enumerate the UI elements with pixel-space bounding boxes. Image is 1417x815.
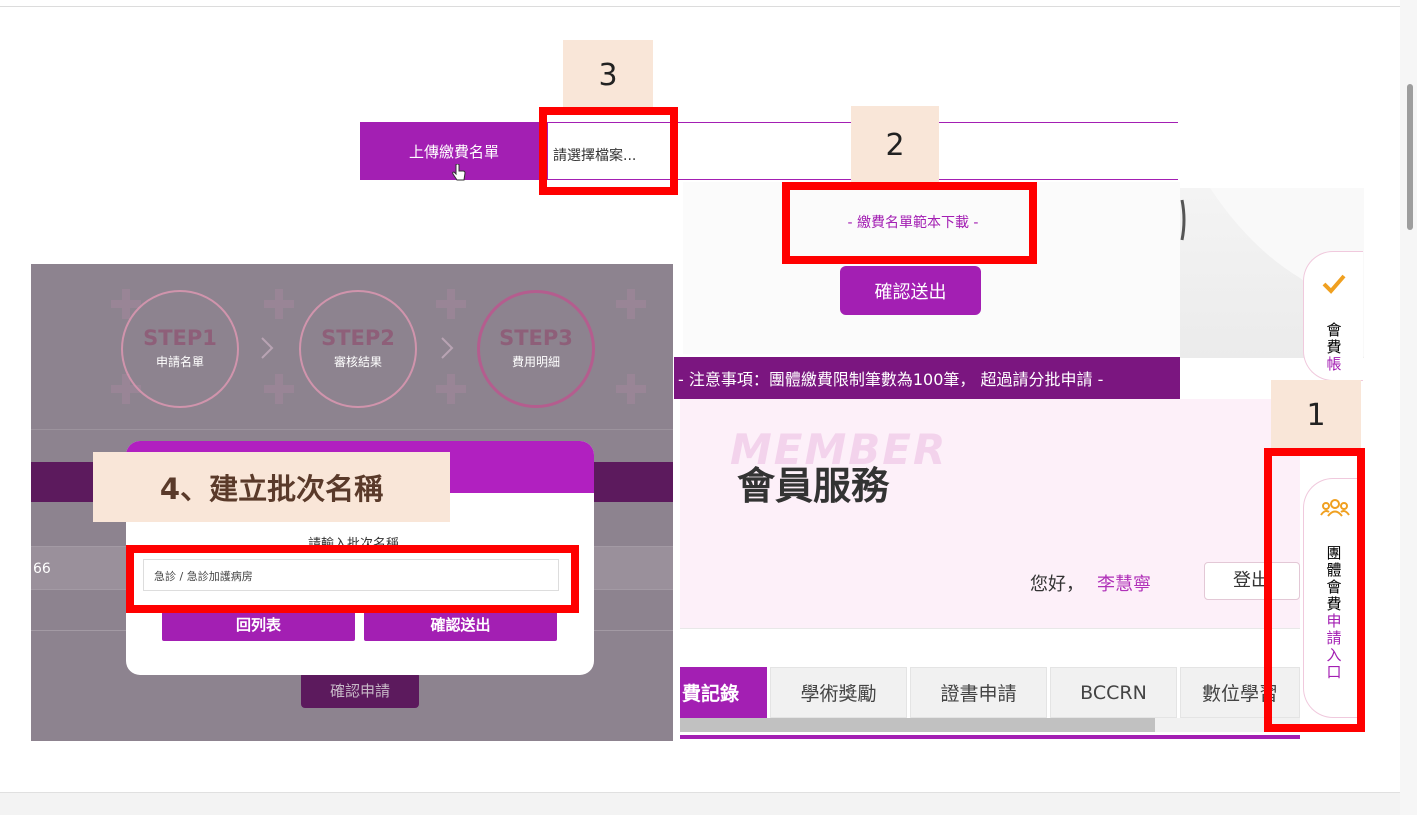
apply-button-label: 確認申請 xyxy=(329,681,390,700)
step2-circle: STEP2 審核結果 xyxy=(299,290,417,408)
member-area-divider xyxy=(680,628,1300,629)
step3-sub: 費用明細 xyxy=(511,355,560,369)
user-name-link[interactable]: 李慧寧 xyxy=(1097,570,1151,596)
callout-box-4 xyxy=(126,545,579,613)
tabs-underline xyxy=(680,735,1300,739)
greeting-text: 您好， xyxy=(1030,574,1084,595)
notice-text: - 注意事項：團體繳費限制筆數為100筆， 超過請分批申請 - xyxy=(678,370,1104,389)
table-row-partial-text: 66 xyxy=(33,561,51,577)
tab-academic-award[interactable]: 學術獎勵 xyxy=(770,667,907,718)
tab-bccrn[interactable]: BCCRN xyxy=(1050,667,1177,718)
tab-academic-award-label: 學術獎勵 xyxy=(800,683,877,705)
callout-label-3: 3 xyxy=(563,40,653,110)
top-divider xyxy=(0,6,1400,7)
panel-divider xyxy=(31,429,673,430)
tab-fee-records[interactable]: 費記錄 xyxy=(680,667,767,718)
step3-title: STEP3 xyxy=(499,326,573,350)
step2-title: STEP2 xyxy=(321,326,395,350)
chevron-right-icon xyxy=(259,336,275,360)
confirm-submit-button[interactable]: 確認送出 xyxy=(840,266,981,315)
callout-box-2 xyxy=(782,182,1037,264)
step2-sub: 審核結果 xyxy=(333,355,382,369)
chevron-right-icon xyxy=(439,336,455,360)
fee-account-char: 費 xyxy=(1326,338,1342,356)
fee-account-char: 帳 xyxy=(1326,355,1342,373)
callout-box-3 xyxy=(539,107,678,195)
callout-label-2: 2 xyxy=(851,106,939,184)
step1-sub: 申請名單 xyxy=(155,355,204,369)
tab-bccrn-label: BCCRN xyxy=(1080,681,1147,704)
member-title: 會員服務 xyxy=(737,464,890,508)
side-bar-strip xyxy=(1364,188,1400,748)
tab-certificate-label: 證書申請 xyxy=(940,683,1017,705)
fee-account-char: 會 xyxy=(1326,321,1342,339)
step3-circle: STEP3 費用明細 xyxy=(477,290,595,408)
callout-label-4: 4、建立批次名稱 xyxy=(93,452,450,522)
fee-account-side-button[interactable]: 會 費 帳 xyxy=(1303,251,1363,381)
cursor-hand-icon xyxy=(451,163,467,184)
step1-title: STEP1 xyxy=(143,326,217,350)
bottom-band xyxy=(0,792,1400,815)
callout-label-1: 1 xyxy=(1271,380,1361,450)
check-icon xyxy=(1322,274,1346,294)
tab-fee-records-label: 費記錄 xyxy=(682,683,740,705)
callout-box-1 xyxy=(1264,448,1365,732)
scrollbar-thumb[interactable] xyxy=(1407,84,1413,230)
notice-bar: - 注意事項：團體繳費限制筆數為100筆， 超過請分批申請 - xyxy=(674,357,1180,399)
tabs-scrollbar-thumb[interactable] xyxy=(680,718,1155,732)
tab-certificate[interactable]: 證書申請 xyxy=(910,667,1047,718)
apply-button[interactable]: 確認申請 xyxy=(301,672,419,708)
step1-circle: STEP1 申請名單 xyxy=(121,290,239,408)
